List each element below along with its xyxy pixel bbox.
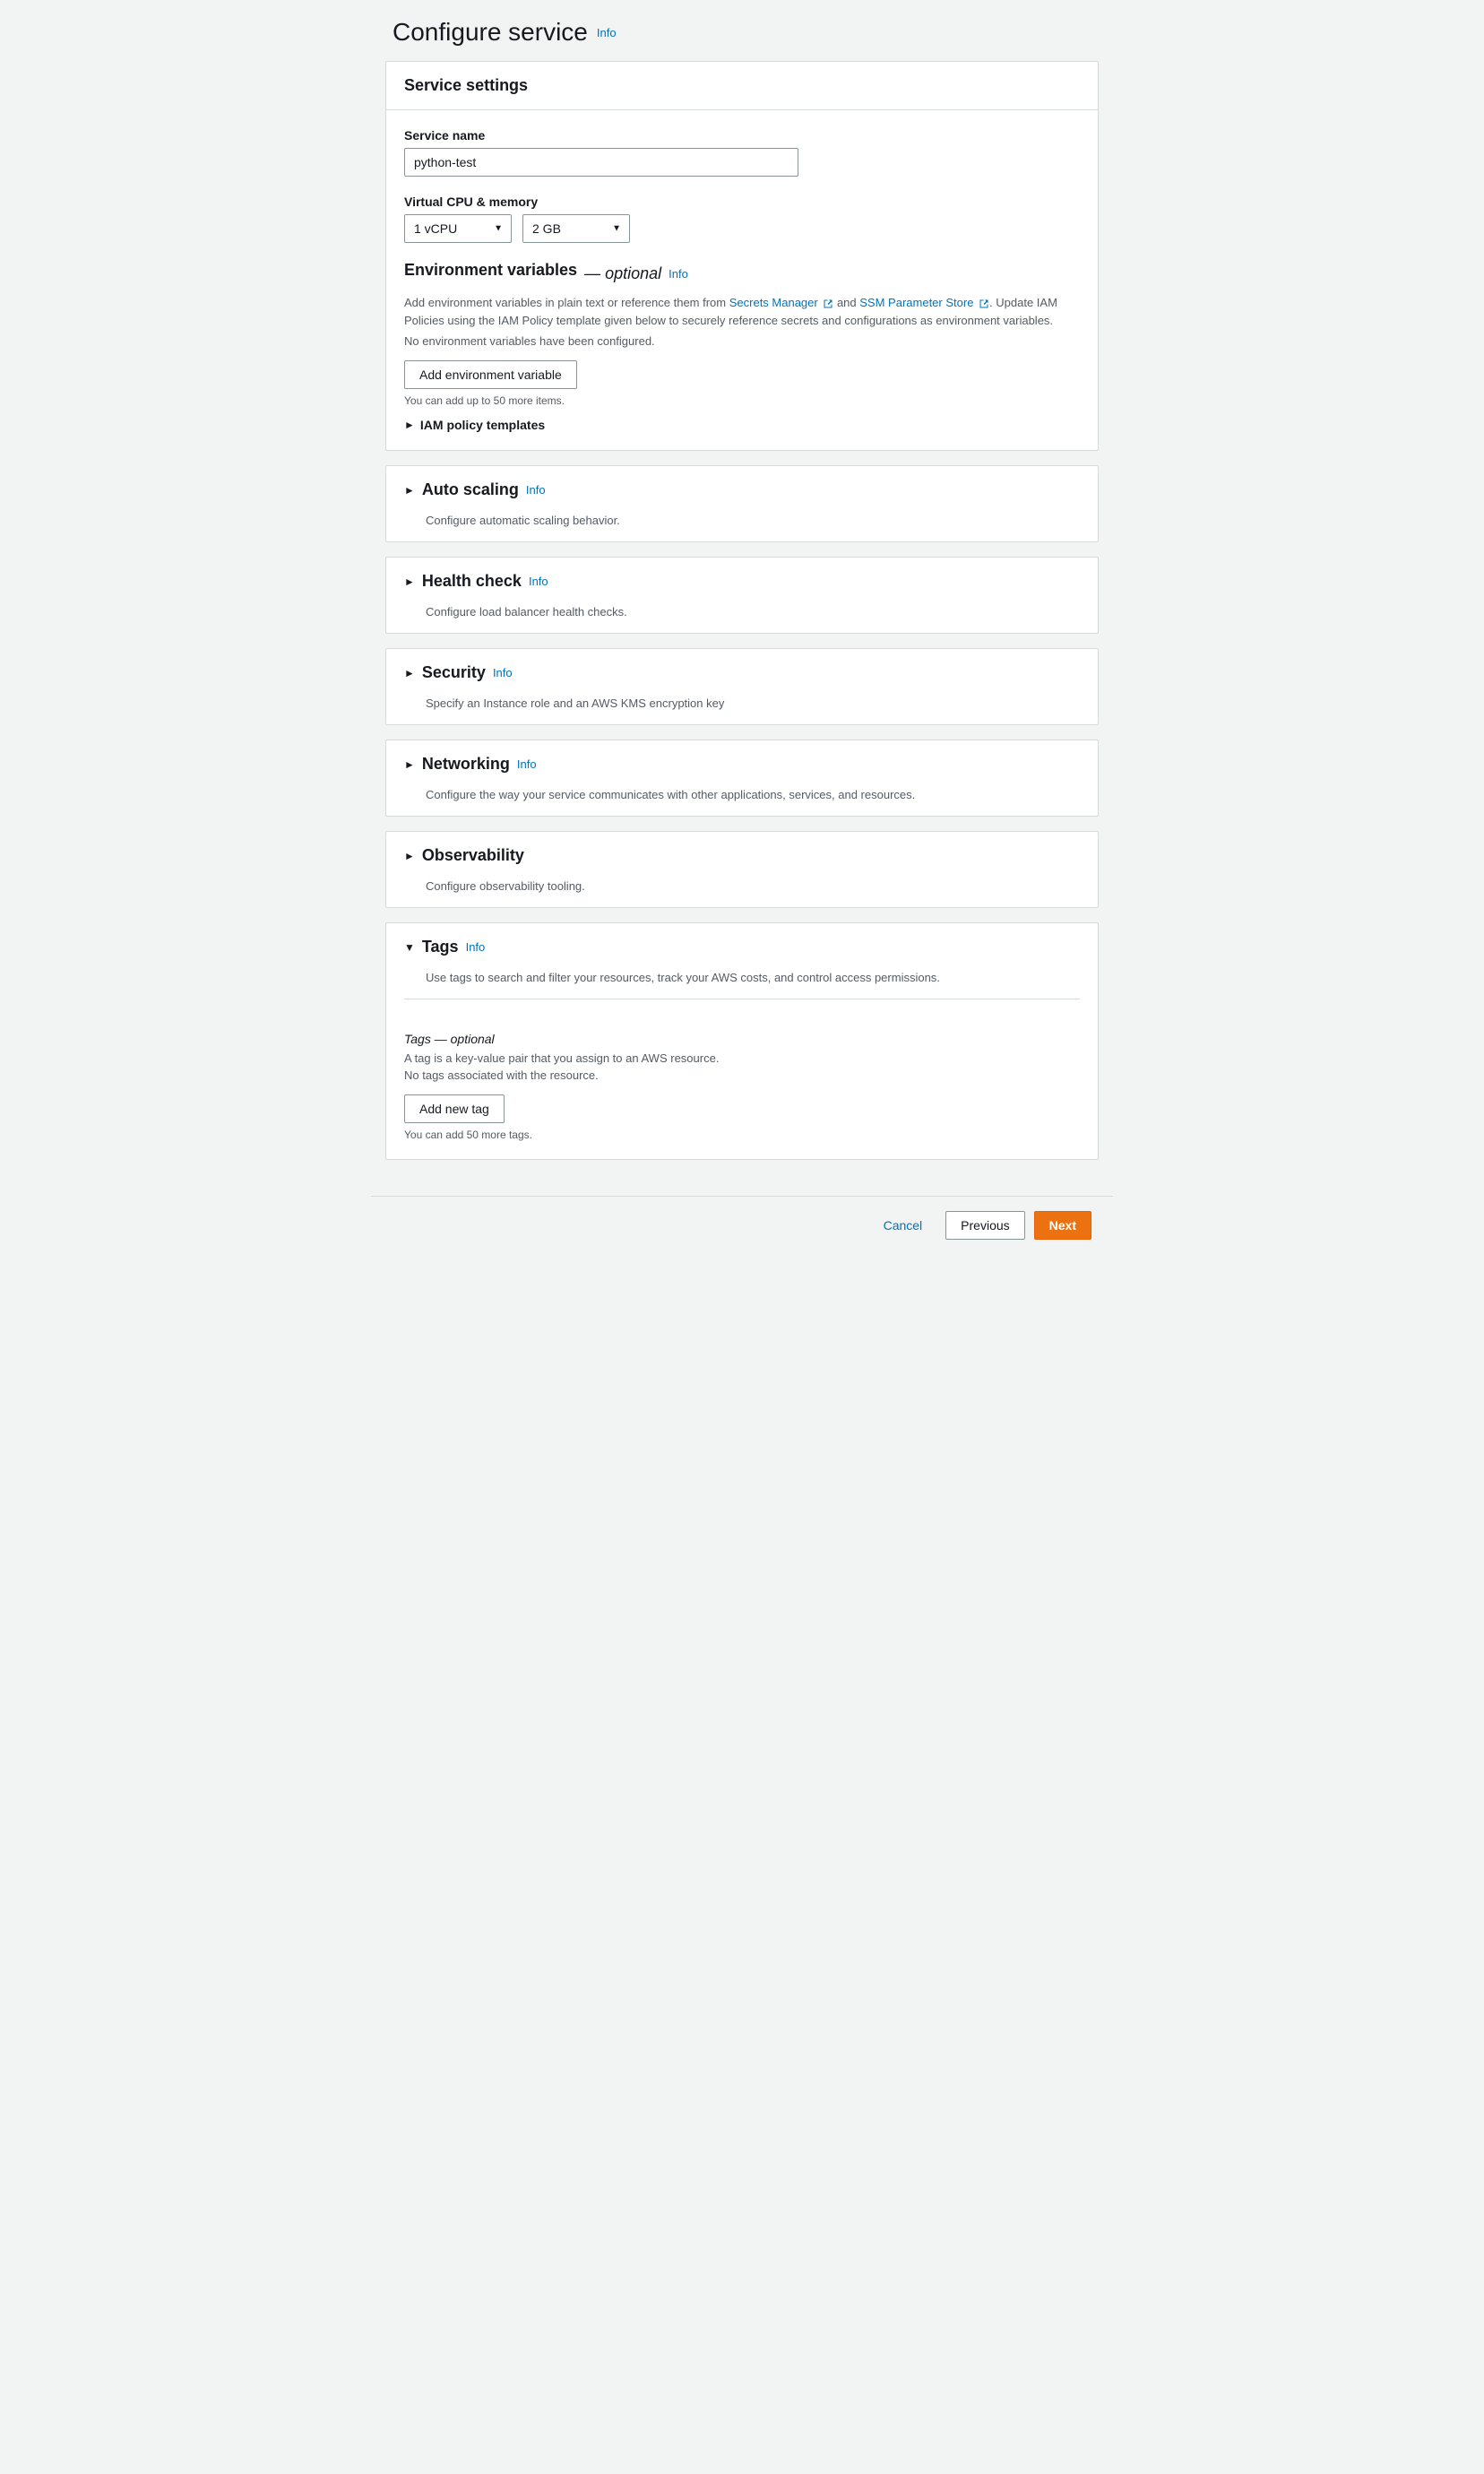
security-header[interactable]: ► Security Info xyxy=(386,649,1098,696)
tags-no-items: No tags associated with the resource. xyxy=(404,1068,1080,1082)
selects-row: 0.25 vCPU 0.5 vCPU 1 vCPU 2 vCPU 4 vCPU … xyxy=(404,214,1080,243)
vcpu-memory-group: Virtual CPU & memory 0.25 vCPU 0.5 vCPU … xyxy=(404,195,1080,243)
security-title: Security xyxy=(422,663,486,682)
networking-info-link[interactable]: Info xyxy=(517,757,537,771)
secrets-manager-link[interactable]: Secrets Manager xyxy=(729,296,834,309)
tags-optional-label: Tags — optional xyxy=(404,1032,1080,1046)
env-vars-title: Environment variables xyxy=(404,261,577,280)
memory-select[interactable]: 0.5 GB 1 GB 2 GB 3 GB 4 GB xyxy=(522,214,630,243)
iam-policy-templates-row[interactable]: ► IAM policy templates xyxy=(404,418,1080,432)
health-check-description: Configure load balancer health checks. xyxy=(386,605,1098,633)
auto-scaling-description: Configure automatic scaling behavior. xyxy=(386,514,1098,541)
auto-scaling-title: Auto scaling xyxy=(422,480,519,499)
cancel-button[interactable]: Cancel xyxy=(869,1218,937,1233)
networking-card: ► Networking Info Configure the way your… xyxy=(385,740,1099,817)
service-settings-body: Service name Virtual CPU & memory 0.25 v… xyxy=(386,110,1098,450)
service-settings-card: Service settings Service name Virtual CP… xyxy=(385,61,1099,451)
cpu-select-wrap: 0.25 vCPU 0.5 vCPU 1 vCPU 2 vCPU 4 vCPU … xyxy=(404,214,512,243)
service-name-label: Service name xyxy=(404,128,1080,143)
tags-header[interactable]: ▼ Tags Info xyxy=(386,923,1098,971)
health-check-title: Health check xyxy=(422,572,522,591)
networking-title: Networking xyxy=(422,755,510,774)
memory-select-wrap: 0.5 GB 1 GB 2 GB 3 GB 4 GB ▼ xyxy=(522,214,630,243)
service-name-group: Service name xyxy=(404,128,1080,177)
env-vars-info-link[interactable]: Info xyxy=(669,267,688,281)
service-settings-header: Service settings xyxy=(386,62,1098,110)
observability-card: ► Observability Configure observability … xyxy=(385,831,1099,908)
env-vars-section: Environment variables — optional Info Ad… xyxy=(404,261,1080,432)
main-content: Service settings Service name Virtual CP… xyxy=(371,61,1113,1189)
health-check-header[interactable]: ► Health check Info xyxy=(386,558,1098,605)
auto-scaling-card: ► Auto scaling Info Configure automatic … xyxy=(385,465,1099,542)
tags-info-link[interactable]: Info xyxy=(466,940,486,954)
health-check-triangle: ► xyxy=(404,575,415,588)
add-env-var-button[interactable]: Add environment variable xyxy=(404,360,577,389)
security-triangle: ► xyxy=(404,667,415,679)
health-check-info-link[interactable]: Info xyxy=(529,575,548,588)
next-button[interactable]: Next xyxy=(1034,1211,1091,1240)
networking-header[interactable]: ► Networking Info xyxy=(386,740,1098,788)
page-title: Configure service xyxy=(393,18,588,47)
security-description: Specify an Instance role and an AWS KMS … xyxy=(386,696,1098,724)
observability-triangle: ► xyxy=(404,850,415,862)
auto-scaling-header[interactable]: ► Auto scaling Info xyxy=(386,466,1098,514)
tags-card: ▼ Tags Info Use tags to search and filte… xyxy=(385,922,1099,1160)
footer-bar: Cancel Previous Next xyxy=(371,1196,1113,1254)
cpu-select[interactable]: 0.25 vCPU 0.5 vCPU 1 vCPU 2 vCPU 4 vCPU xyxy=(404,214,512,243)
add-new-tag-button[interactable]: Add new tag xyxy=(404,1094,505,1123)
tags-title: Tags xyxy=(422,938,459,956)
env-vars-items-hint: You can add up to 50 more items. xyxy=(404,394,1080,407)
env-vars-description: Add environment variables in plain text … xyxy=(404,294,1080,329)
auto-scaling-triangle: ► xyxy=(404,484,415,497)
networking-description: Configure the way your service communica… xyxy=(386,788,1098,816)
tags-items-hint: You can add 50 more tags. xyxy=(404,1129,1080,1141)
tags-description: Use tags to search and filter your resou… xyxy=(386,971,1098,984)
vcpu-memory-label: Virtual CPU & memory xyxy=(404,195,1080,209)
env-vars-title-row: Environment variables — optional Info xyxy=(404,261,1080,287)
env-vars-optional: — optional xyxy=(584,264,661,283)
previous-button[interactable]: Previous xyxy=(945,1211,1024,1240)
iam-templates-label: IAM policy templates xyxy=(420,418,545,432)
observability-header[interactable]: ► Observability xyxy=(386,832,1098,879)
service-settings-title: Service settings xyxy=(404,76,528,94)
security-info-link[interactable]: Info xyxy=(493,666,513,679)
env-vars-no-items: No environment variables have been confi… xyxy=(404,334,1080,348)
service-name-input[interactable] xyxy=(404,148,798,177)
ssm-parameter-store-link[interactable]: SSM Parameter Store xyxy=(859,296,989,309)
health-check-card: ► Health check Info Configure load balan… xyxy=(385,557,1099,634)
page-header: Configure service Info xyxy=(371,0,1113,61)
tags-triangle: ▼ xyxy=(404,941,415,954)
auto-scaling-info-link[interactable]: Info xyxy=(526,483,546,497)
iam-templates-triangle: ► xyxy=(404,419,415,431)
security-card: ► Security Info Specify an Instance role… xyxy=(385,648,1099,725)
networking-triangle: ► xyxy=(404,758,415,771)
observability-description: Configure observability tooling. xyxy=(386,879,1098,907)
tags-description-secondary: A tag is a key-value pair that you assig… xyxy=(404,1051,1080,1065)
tags-section-body: Tags — optional A tag is a key-value pai… xyxy=(386,1014,1098,1159)
page-info-link[interactable]: Info xyxy=(597,26,617,39)
observability-title: Observability xyxy=(422,846,524,865)
